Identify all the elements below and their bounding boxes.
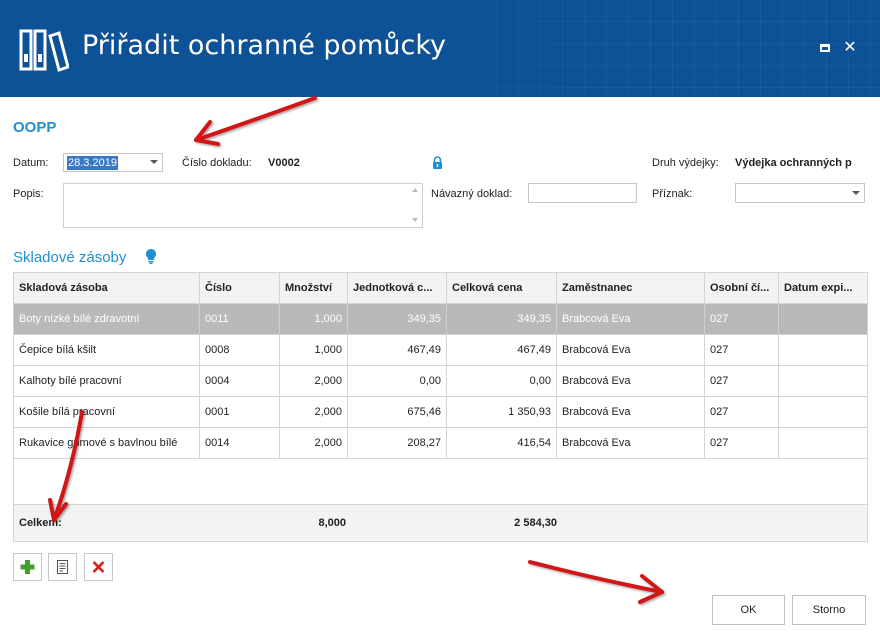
table-cell: 0001 (200, 397, 280, 427)
table-cell: 349,35 (348, 304, 447, 334)
table-cell: 0,00 (447, 366, 557, 396)
table-cell: Košile bílá pracovní (14, 397, 200, 427)
column-header[interactable]: Celková cena (447, 273, 557, 303)
table-cell: 0011 (200, 304, 280, 334)
section-title: OOPP (13, 119, 57, 136)
table-cell: 349,35 (447, 304, 557, 334)
table-cell: 1,000 (280, 335, 348, 365)
annotation-arrow (194, 96, 317, 146)
column-header[interactable]: Skladová zásoba (14, 273, 200, 303)
quantity-total: 8,000 (318, 517, 346, 529)
table-cell: 208,27 (348, 428, 447, 458)
table-cell: Brabcová Eva (557, 397, 705, 427)
table-cell: Brabcová Eva (557, 304, 705, 334)
table-row[interactable]: Rukavice gumové s bavlnou bílé 0014 2,00… (14, 428, 867, 459)
table-cell: 027 (705, 304, 779, 334)
title-bar: Přiřadit ochranné pomůcky ✕ (0, 0, 880, 97)
date-label: Datum: (13, 157, 49, 169)
column-header[interactable]: Datum expi... (779, 273, 867, 303)
description-label: Popis: (13, 188, 44, 200)
grid-footer: Celkem: 8,000 2 584,30 (14, 504, 867, 541)
table-cell: 0004 (200, 366, 280, 396)
chevron-down-icon[interactable] (852, 191, 860, 195)
maximize-icon (820, 44, 830, 52)
window-title: Přiřadit ochranné pomůcky (82, 30, 446, 61)
edit-icon (57, 560, 68, 574)
table-row[interactable]: Kalhoty bílé pracovní 0004 2,000 0,00 0,… (14, 366, 867, 397)
table-cell: 2,000 (280, 428, 348, 458)
ok-button[interactable]: OK (712, 595, 785, 625)
doc-number-label: Číslo dokladu: (182, 157, 252, 169)
lock-icon (433, 156, 442, 169)
date-value: 28.3.2019 (67, 156, 118, 170)
table-cell (779, 335, 867, 365)
column-header[interactable]: Jednotková c... (348, 273, 447, 303)
plus-icon (20, 560, 35, 574)
table-cell (779, 397, 867, 427)
table-cell: 675,46 (348, 397, 447, 427)
table-cell: Brabcová Eva (557, 335, 705, 365)
table-cell: 467,49 (447, 335, 557, 365)
column-header[interactable]: Množství (280, 273, 348, 303)
doc-number-value: V0002 (268, 157, 300, 169)
table-row[interactable]: Košile bílá pracovní 0001 2,000 675,46 1… (14, 397, 867, 428)
annotation-arrow (528, 560, 664, 604)
table-cell: Brabcová Eva (557, 428, 705, 458)
table-cell: 0,00 (348, 366, 447, 396)
add-button[interactable] (13, 553, 42, 581)
table-cell: 027 (705, 397, 779, 427)
stock-grid[interactable]: Skladová zásoba Číslo Množství Jednotkov… (13, 272, 868, 542)
grid-header: Skladová zásoba Číslo Množství Jednotkov… (14, 273, 867, 304)
delete-button[interactable] (84, 553, 113, 581)
table-row[interactable]: Čepice bílá kšilt 0008 1,000 467,49 467,… (14, 335, 867, 366)
cancel-button[interactable]: Storno (792, 595, 866, 625)
delete-icon (92, 561, 105, 573)
scroll-down-icon[interactable] (412, 218, 418, 222)
column-header[interactable]: Zaměstnanec (557, 273, 705, 303)
column-header[interactable]: Číslo (200, 273, 280, 303)
table-cell: Kalhoty bílé pracovní (14, 366, 200, 396)
table-row[interactable]: Boty nízké bílé zdravotní 0011 1,000 349… (14, 304, 867, 335)
price-total: 2 584,30 (514, 517, 557, 529)
edit-button[interactable] (48, 553, 77, 581)
scroll-up-icon[interactable] (412, 188, 418, 192)
chevron-down-icon[interactable] (150, 160, 158, 164)
date-field[interactable]: 28.3.2019 (63, 153, 163, 172)
related-doc-field[interactable] (528, 183, 637, 203)
stock-section-title: Skladové zásoby (13, 249, 127, 266)
table-cell: Čepice bílá kšilt (14, 335, 200, 365)
table-cell: 2,000 (280, 397, 348, 427)
table-cell: 2,000 (280, 366, 348, 396)
flag-label: Příznak: (652, 188, 693, 200)
binders-icon (19, 29, 69, 72)
table-cell: 0008 (200, 335, 280, 365)
close-button[interactable]: ✕ (842, 40, 858, 56)
description-scrollbar[interactable] (409, 184, 422, 227)
issue-type-label: Druh výdejky: (652, 157, 719, 169)
table-cell: 0014 (200, 428, 280, 458)
table-cell: Brabcová Eva (557, 366, 705, 396)
table-cell: 1 350,93 (447, 397, 557, 427)
table-cell (779, 428, 867, 458)
total-label: Celkem: (19, 517, 62, 529)
lightbulb-icon[interactable] (145, 248, 157, 264)
table-cell: Rukavice gumové s bavlnou bílé (14, 428, 200, 458)
table-cell (779, 304, 867, 334)
flag-select[interactable] (735, 183, 865, 203)
table-cell: 1,000 (280, 304, 348, 334)
table-cell: 027 (705, 366, 779, 396)
table-cell: 027 (705, 335, 779, 365)
table-cell: 467,49 (348, 335, 447, 365)
table-cell (779, 366, 867, 396)
related-doc-label: Návazný doklad: (431, 188, 513, 200)
table-cell: 416,54 (447, 428, 557, 458)
description-field[interactable] (63, 183, 423, 228)
table-cell: Boty nízké bílé zdravotní (14, 304, 200, 334)
maximize-button[interactable] (817, 40, 833, 56)
issue-type-value: Výdejka ochranných p (735, 157, 852, 169)
column-header[interactable]: Osobní čí... (705, 273, 779, 303)
table-cell: 027 (705, 428, 779, 458)
